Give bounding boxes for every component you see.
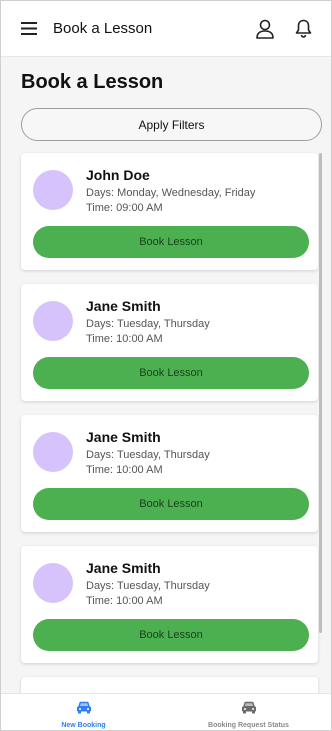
avatar: [33, 170, 73, 210]
book-lesson-button[interactable]: Book Lesson: [33, 488, 309, 520]
tutor-days: Days: Tuesday, Thursday: [86, 318, 210, 330]
avatar: [33, 301, 73, 341]
app-bar-title: Book a Lesson: [53, 20, 153, 37]
hamburger-menu-icon[interactable]: [17, 17, 41, 41]
apply-filters-button[interactable]: Apply Filters: [21, 108, 322, 141]
scrollbar[interactable]: [319, 153, 322, 633]
nav-new-booking[interactable]: New Booking: [1, 694, 166, 730]
avatar: [33, 563, 73, 603]
car-icon: [76, 701, 92, 719]
lesson-card: John Doe Days: Monday, Wednesday, Friday…: [21, 153, 318, 270]
lesson-card: Jane Smith Days: Tuesday, Thursday Time:…: [21, 415, 318, 532]
lesson-card-partial: [21, 677, 318, 693]
person-icon[interactable]: [253, 17, 277, 41]
tutor-time: Time: 09:00 AM: [86, 202, 163, 214]
main-content[interactable]: Book a Lesson Apply Filters John Doe Day…: [1, 57, 331, 693]
book-lesson-button[interactable]: Book Lesson: [33, 619, 309, 651]
bell-icon[interactable]: [291, 17, 315, 41]
nav-label: Booking Request Status: [208, 722, 289, 729]
app-frame: Book a Lesson Book a Lesson Apply Filter…: [0, 0, 332, 731]
tutor-time: Time: 10:00 AM: [86, 595, 163, 607]
tutor-name: Jane Smith: [86, 429, 161, 445]
tutor-time: Time: 10:00 AM: [86, 333, 163, 345]
tutor-name: John Doe: [86, 167, 150, 183]
nav-booking-request-status[interactable]: Booking Request Status: [166, 694, 331, 730]
tutor-name: Jane Smith: [86, 298, 161, 314]
bottom-navigation: New Booking Booking Request Status: [1, 693, 331, 730]
avatar: [33, 432, 73, 472]
page-title: Book a Lesson: [21, 71, 164, 93]
car-icon: [241, 701, 257, 719]
tutor-name: Jane Smith: [86, 560, 161, 576]
tutor-days: Days: Tuesday, Thursday: [86, 580, 210, 592]
lesson-card: Jane Smith Days: Tuesday, Thursday Time:…: [21, 284, 318, 401]
book-lesson-button[interactable]: Book Lesson: [33, 357, 309, 389]
tutor-time: Time: 10:00 AM: [86, 464, 163, 476]
nav-label: New Booking: [61, 722, 106, 729]
book-lesson-button[interactable]: Book Lesson: [33, 226, 309, 258]
lesson-card: Jane Smith Days: Tuesday, Thursday Time:…: [21, 546, 318, 663]
app-bar: Book a Lesson: [1, 1, 331, 57]
tutor-days: Days: Monday, Wednesday, Friday: [86, 187, 256, 199]
tutor-days: Days: Tuesday, Thursday: [86, 449, 210, 461]
